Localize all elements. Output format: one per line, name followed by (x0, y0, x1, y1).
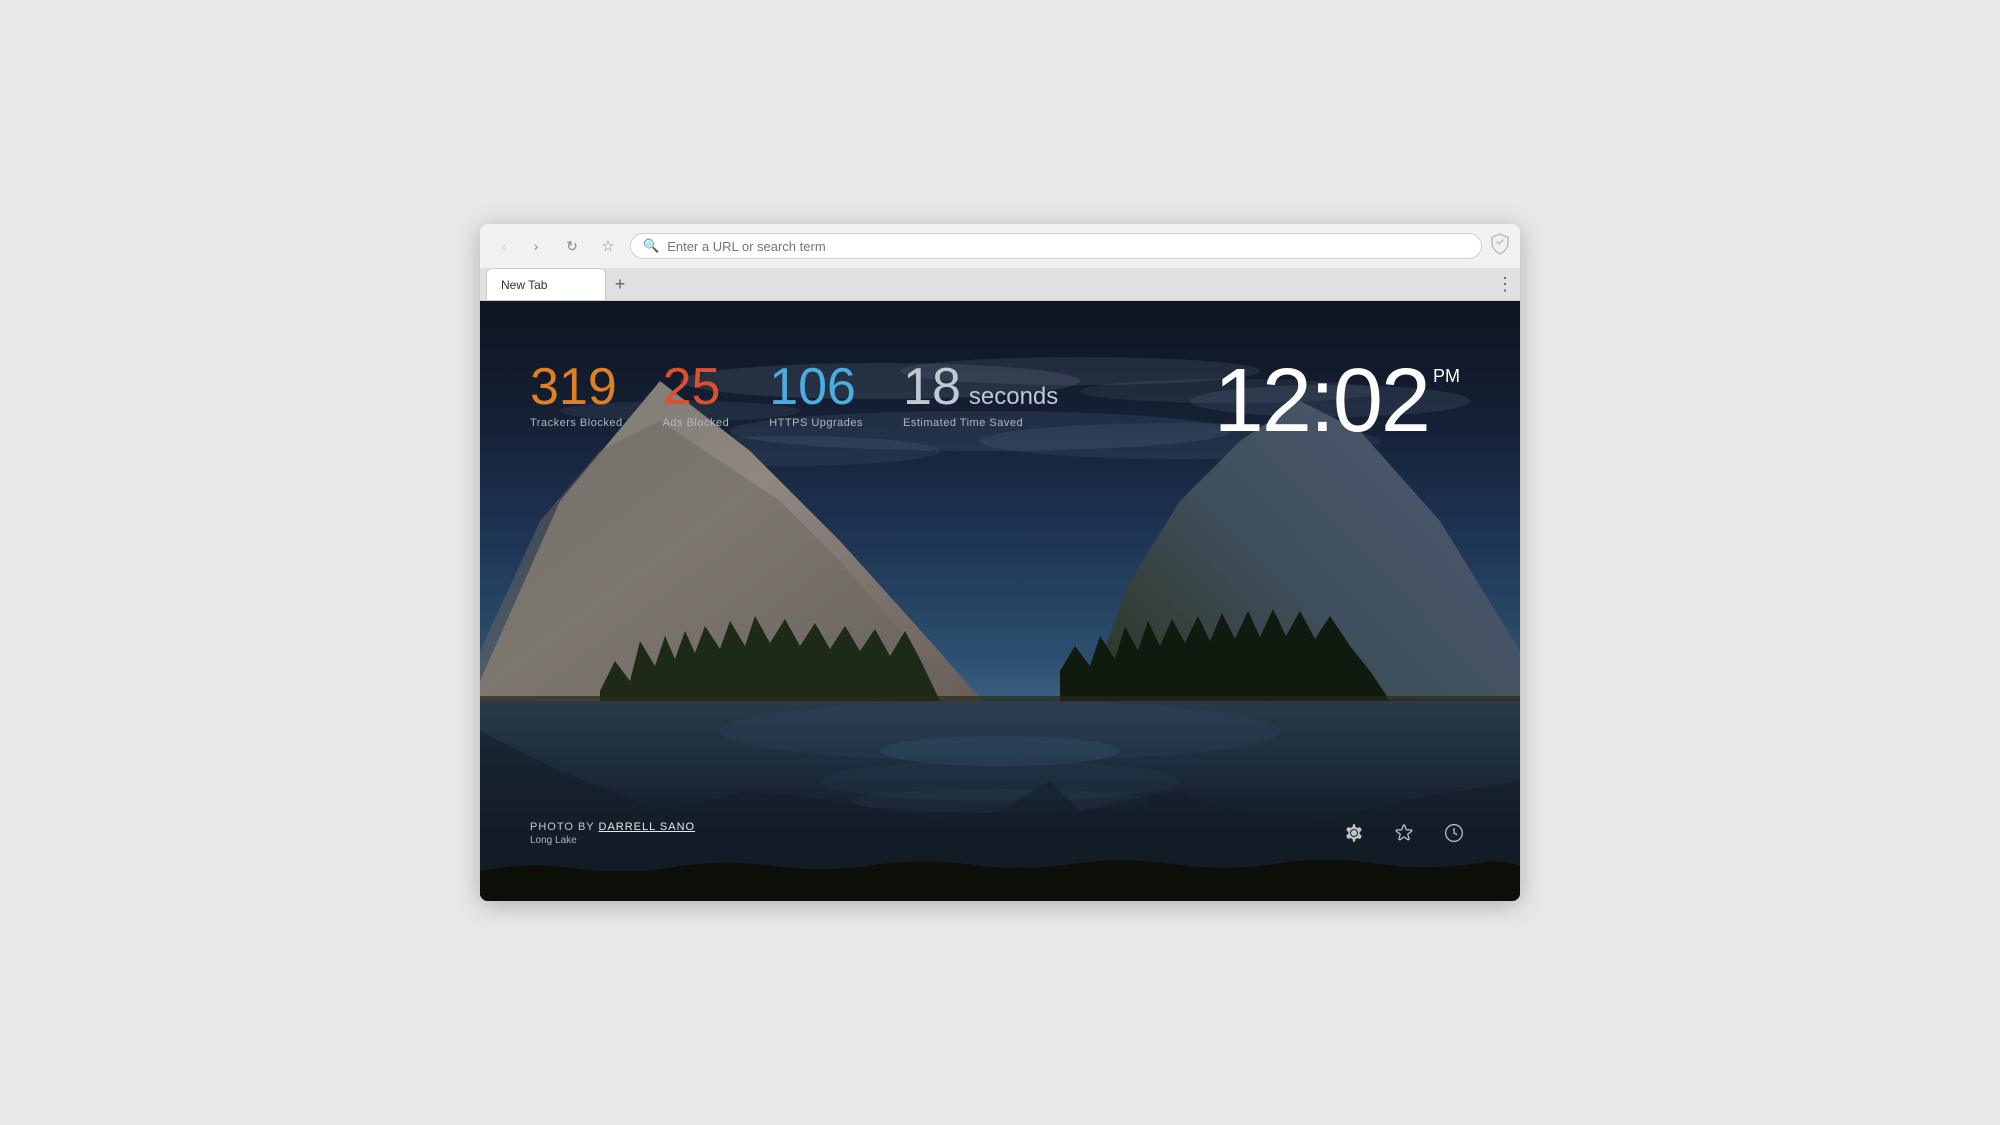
ads-label: Ads Blocked (663, 417, 730, 429)
tabs-bar: New Tab + ⋮ (480, 268, 1520, 300)
browser-toolbar: ‹ › ↻ ☆ 🔍 (480, 224, 1520, 268)
brave-shield-icon (1490, 233, 1510, 260)
bottom-icons (1338, 819, 1470, 851)
tab-menu-icon[interactable]: ⋮ (1496, 274, 1514, 295)
settings-icon (1344, 823, 1364, 848)
forward-button[interactable]: › (522, 232, 550, 260)
add-tab-icon: + (615, 274, 626, 295)
photographer-name[interactable]: DARRELL SANO (599, 821, 696, 833)
https-stat: 106 HTTPS Upgrades (769, 361, 863, 429)
add-tab-button[interactable]: + (606, 270, 634, 298)
history-icon (1444, 823, 1464, 848)
ads-stat: 25 Ads Blocked (663, 361, 730, 429)
reload-button[interactable]: ↻ (558, 232, 586, 260)
back-icon: ‹ (502, 238, 507, 254)
photo-credit: PHOTO BY DARRELL SANO Long Lake (530, 821, 695, 846)
photo-credit-label: PHOTO BY DARRELL SANO (530, 821, 695, 833)
stats-overlay: 319 Trackers Blocked 25 Ads Blocked 106 … (530, 361, 1058, 429)
trackers-count: 319 (530, 361, 617, 413)
ads-count: 25 (663, 361, 721, 413)
credit-prefix: PHOTO BY (530, 821, 594, 833)
new-tab-page: 319 Trackers Blocked 25 Ads Blocked 106 … (480, 301, 1520, 901)
tab-title: New Tab (501, 278, 547, 292)
nav-buttons: ‹ › (490, 232, 550, 260)
clock-display: 12:02 PM (1214, 356, 1460, 446)
reload-icon: ↻ (566, 238, 578, 255)
bookmark-button[interactable]: ☆ (594, 232, 622, 260)
customize-button[interactable] (1388, 819, 1420, 851)
settings-button[interactable] (1338, 819, 1370, 851)
https-label: HTTPS Upgrades (769, 417, 863, 429)
search-icon: 🔍 (643, 238, 659, 254)
back-button[interactable]: ‹ (490, 232, 518, 260)
photo-location: Long Lake (530, 835, 695, 846)
clock-ampm: PM (1433, 366, 1460, 387)
time-unit: seconds (969, 383, 1058, 411)
new-tab[interactable]: New Tab (486, 268, 606, 300)
customize-icon (1394, 823, 1414, 848)
time-label: Estimated Time Saved (903, 417, 1023, 429)
browser-window: ‹ › ↻ ☆ 🔍 (480, 224, 1520, 901)
address-bar[interactable]: 🔍 (630, 233, 1482, 259)
trackers-stat: 319 Trackers Blocked (530, 361, 623, 429)
history-button[interactable] (1438, 819, 1470, 851)
trackers-label: Trackers Blocked (530, 417, 623, 429)
clock-time: 12:02 (1214, 356, 1429, 446)
https-count: 106 (769, 361, 856, 413)
browser-chrome: ‹ › ↻ ☆ 🔍 (480, 224, 1520, 301)
time-number: 18 (903, 361, 961, 413)
star-icon: ☆ (601, 237, 614, 255)
forward-icon: › (534, 238, 539, 254)
time-display: 18 seconds (903, 361, 1058, 413)
time-stat: 18 seconds Estimated Time Saved (903, 361, 1058, 429)
address-input[interactable] (667, 239, 1469, 254)
